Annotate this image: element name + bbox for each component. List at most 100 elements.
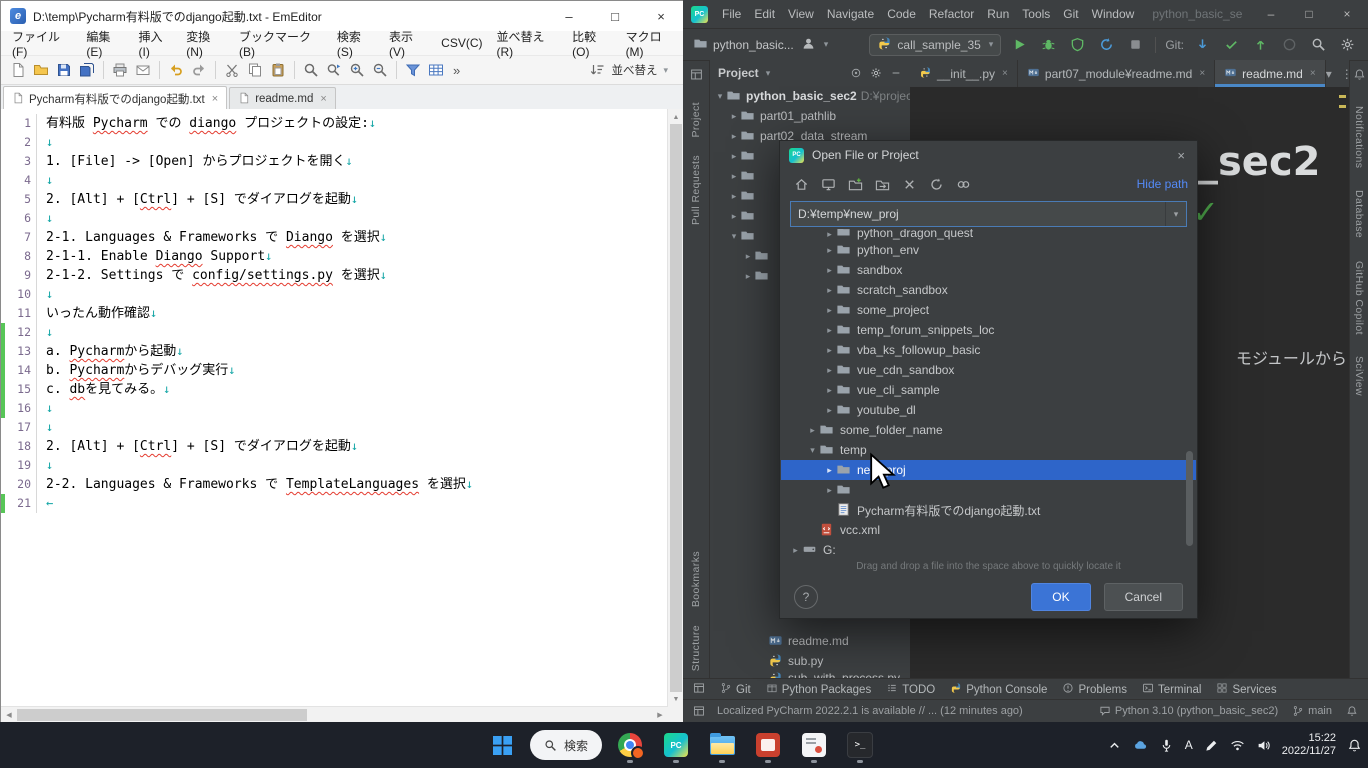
- tab-close-icon[interactable]: ×: [1199, 68, 1205, 79]
- editor-line-20[interactable]: 202-2. Languages & Frameworks で Template…: [1, 475, 668, 494]
- chevron-collapsed-icon[interactable]: ▸: [742, 251, 754, 262]
- pc-menu-run[interactable]: Run: [981, 5, 1015, 23]
- taskbar-terminal-button[interactable]: >_: [840, 725, 880, 765]
- editor-line-8[interactable]: 82-1-1. Enable Diango Support↓: [1, 247, 668, 266]
- dialog-close-icon[interactable]: ×: [1174, 148, 1188, 163]
- zoom-out-icon[interactable]: [369, 59, 391, 81]
- scroll-down-icon[interactable]: ▼: [668, 691, 684, 707]
- dialog-tree-item-16[interactable]: ▸G:: [781, 540, 1196, 560]
- editor-line-5[interactable]: 52. [Alt] + [Ctrl] + [S] でダイアログを起動↓: [1, 190, 668, 209]
- chevron-expanded-icon[interactable]: ▾: [806, 445, 819, 456]
- chevron-collapsed-icon[interactable]: ▸: [823, 245, 836, 256]
- pc-menu-tools[interactable]: Tools: [1016, 5, 1056, 23]
- redo-icon[interactable]: [188, 59, 210, 81]
- pc-menu-refactor[interactable]: Refactor: [923, 5, 980, 23]
- editor-line-7[interactable]: 72-1. Languages & Frameworks で Diango を選…: [1, 228, 668, 247]
- editor-line-21[interactable]: 21←: [1, 494, 668, 513]
- editor-line-14[interactable]: 14b. Pycharmからデバッグ実行↓: [1, 361, 668, 380]
- copy-icon[interactable]: [244, 59, 266, 81]
- chevron-collapsed-icon[interactable]: ▸: [823, 485, 836, 496]
- taskbar-white-app-button[interactable]: [794, 725, 834, 765]
- pc-menu-view[interactable]: View: [782, 5, 820, 23]
- tab-list-icon[interactable]: ▾: [1326, 67, 1332, 81]
- chevron-collapsed-icon[interactable]: ▸: [823, 325, 836, 336]
- dialog-tree-item-10[interactable]: ▸some_folder_name: [781, 420, 1196, 440]
- em-menu-item-0[interactable]: ファイル(F): [5, 28, 79, 59]
- editor-line-2[interactable]: 2↓: [1, 133, 668, 152]
- dialog-tree-item-0[interactable]: ▸python_dragon_quest: [781, 229, 1196, 240]
- chevron-collapsed-icon[interactable]: ▸: [728, 151, 740, 162]
- chevron-collapsed-icon[interactable]: ▸: [823, 345, 836, 356]
- dialog-tree-item-5[interactable]: ▸temp_forum_snippets_loc: [781, 320, 1196, 340]
- toolbar-overflow-button[interactable]: »: [448, 63, 465, 78]
- tool-windows-button[interactable]: [693, 682, 705, 697]
- chevron-down-icon[interactable]: ▾: [766, 68, 771, 79]
- rerun-button[interactable]: [1095, 34, 1117, 56]
- editor-line-17[interactable]: 17↓: [1, 418, 668, 437]
- new-folder-button[interactable]: [843, 173, 868, 195]
- locate-file-icon[interactable]: [850, 67, 862, 79]
- interpreter-label[interactable]: Python 3.10 (python_basic_sec2): [1115, 705, 1278, 717]
- minimize-icon[interactable]: –: [1256, 7, 1286, 21]
- dialog-tree-item-7[interactable]: ▸vue_cdn_sandbox: [781, 360, 1196, 380]
- left-strip-pull-requests[interactable]: Pull Requests: [690, 155, 702, 225]
- editor-line-19[interactable]: 19↓: [1, 456, 668, 475]
- delete-button[interactable]: [897, 173, 922, 195]
- pc-menu-file[interactable]: File: [716, 5, 747, 23]
- link-button[interactable]: [951, 173, 976, 195]
- notifications-bell-icon[interactable]: [1353, 68, 1366, 84]
- branch-name[interactable]: main: [1308, 705, 1332, 717]
- dialog-tree-item-11[interactable]: ▾temp: [781, 440, 1196, 460]
- pen-tray-icon[interactable]: [1204, 738, 1219, 753]
- chevron-collapsed-icon[interactable]: ▸: [823, 265, 836, 276]
- editor-tab-1[interactable]: part07_module¥readme.md×: [1018, 60, 1215, 87]
- ime-indicator[interactable]: A: [1185, 738, 1193, 752]
- dialog-tree-item-15[interactable]: vcc.xml: [781, 520, 1196, 540]
- right-strip-database[interactable]: Database: [1353, 190, 1365, 238]
- sort-button[interactable]: 並べ替え▾: [586, 59, 678, 81]
- pycharm-titlebar[interactable]: PC FileEditViewNavigateCodeRefactorRunTo…: [683, 0, 1368, 29]
- chevron-collapsed-icon[interactable]: ▸: [823, 385, 836, 396]
- hide-path-link[interactable]: Hide path: [1137, 177, 1188, 191]
- git-push-button[interactable]: [1249, 34, 1271, 56]
- close-icon[interactable]: ×: [638, 1, 684, 31]
- dialog-tree-item-12[interactable]: ▸new_proj: [781, 460, 1196, 480]
- chevron-collapsed-icon[interactable]: ▸: [789, 545, 802, 556]
- dialog-tree-item-14[interactable]: Pycharm有料版でのdjango起動.txt: [781, 500, 1196, 520]
- mail-icon[interactable]: [132, 59, 154, 81]
- start-button[interactable]: [482, 725, 522, 765]
- cancel-button[interactable]: Cancel: [1104, 583, 1183, 611]
- find-icon[interactable]: [300, 59, 322, 81]
- vcs-avatar[interactable]: ▾: [801, 36, 829, 54]
- toolwindow-git[interactable]: Git: [720, 682, 751, 697]
- em-tab-0[interactable]: Pycharm有料版でのdjango起動.txt×: [3, 86, 227, 111]
- search-everywhere-button[interactable]: [1307, 34, 1329, 56]
- toolwindow-todo[interactable]: TODO: [886, 682, 935, 697]
- desktop-button[interactable]: [816, 173, 841, 195]
- horizontal-scrollbar[interactable]: ◀ ▶: [1, 706, 668, 723]
- dialog-titlebar[interactable]: PC Open File or Project ×: [780, 141, 1197, 169]
- cloud-tray-icon[interactable]: [1133, 738, 1148, 753]
- editor-line-1[interactable]: 1有料版 Pycharm での diango プロジェクトの設定:↓: [1, 114, 668, 133]
- toolwindow-services[interactable]: Services: [1216, 682, 1276, 697]
- notifications-icon[interactable]: [1346, 705, 1358, 717]
- em-tab-1[interactable]: readme.md×: [229, 87, 336, 110]
- paste-icon[interactable]: [267, 59, 289, 81]
- right-strip-notifications[interactable]: Notifications: [1353, 106, 1365, 168]
- chevron-collapsed-icon[interactable]: ▸: [728, 131, 740, 142]
- refresh-button[interactable]: [924, 173, 949, 195]
- taskbar-search[interactable]: 検索: [530, 730, 602, 760]
- editor-line-15[interactable]: 15c. dbを見てみる。↓: [1, 380, 668, 399]
- editor-line-12[interactable]: 12↓: [1, 323, 668, 342]
- scroll-right-icon[interactable]: ▶: [652, 707, 668, 723]
- scroll-left-icon[interactable]: ◀: [1, 707, 17, 723]
- editor-line-18[interactable]: 182. [Alt] + [Ctrl] + [S] でダイアログを起動↓: [1, 437, 668, 456]
- dialog-tree-item-2[interactable]: ▸sandbox: [781, 260, 1196, 280]
- tray-expand-icon[interactable]: [1107, 738, 1122, 753]
- path-dropdown-icon[interactable]: ▾: [1165, 202, 1186, 226]
- home-button[interactable]: [789, 173, 814, 195]
- minimize-icon[interactable]: –: [546, 1, 592, 31]
- event-log-icon[interactable]: [1099, 705, 1111, 717]
- zoom-in-icon[interactable]: [346, 59, 368, 81]
- pc-menu-edit[interactable]: Edit: [748, 5, 781, 23]
